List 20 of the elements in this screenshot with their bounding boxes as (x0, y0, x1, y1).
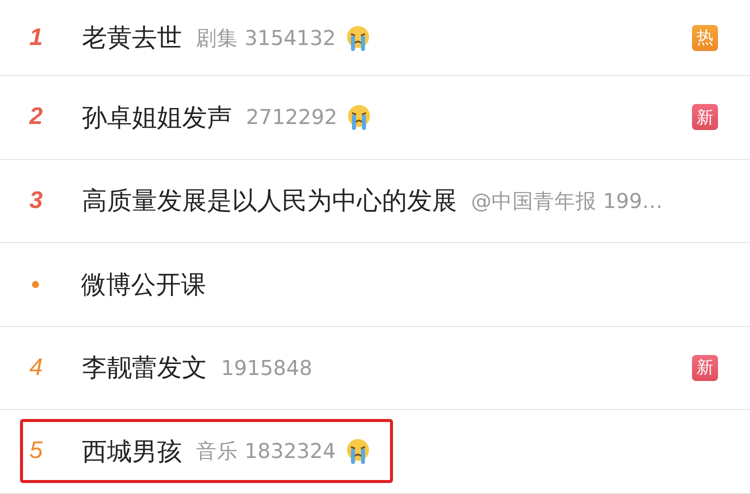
rank-number: 1 (28, 24, 44, 52)
bullet-dot (32, 280, 39, 288)
topic-meta: 音乐 1832324 (196, 438, 336, 466)
topic-title[interactable]: 李靓蕾发文 (82, 351, 207, 384)
rank-number: 4 (28, 354, 44, 382)
topic-title[interactable]: 西城男孩 (82, 434, 182, 468)
topic-meta: 1915848 (221, 356, 312, 380)
rank-number: 3 (28, 186, 44, 215)
topic-meta: 2712292 (246, 105, 338, 130)
topic-title[interactable]: 老黄去世 (82, 21, 182, 54)
topic-title[interactable]: 高质量发展是以人民为中心的发展 (82, 184, 457, 218)
rank-number: 5 (28, 437, 44, 466)
topic-badge: 新 (692, 354, 718, 381)
topic-badge: 新 (692, 104, 718, 130)
topic-badge: 热 (692, 24, 718, 50)
topic-meta: 剧集 3154132 (196, 24, 336, 52)
topic-meta: @中国青年报 199… (471, 188, 663, 215)
topic-title[interactable]: 孙卓姐姐发声 (82, 100, 232, 134)
rank-number: 2 (28, 103, 44, 132)
topic-title[interactable]: 微博公开课 (81, 268, 206, 301)
